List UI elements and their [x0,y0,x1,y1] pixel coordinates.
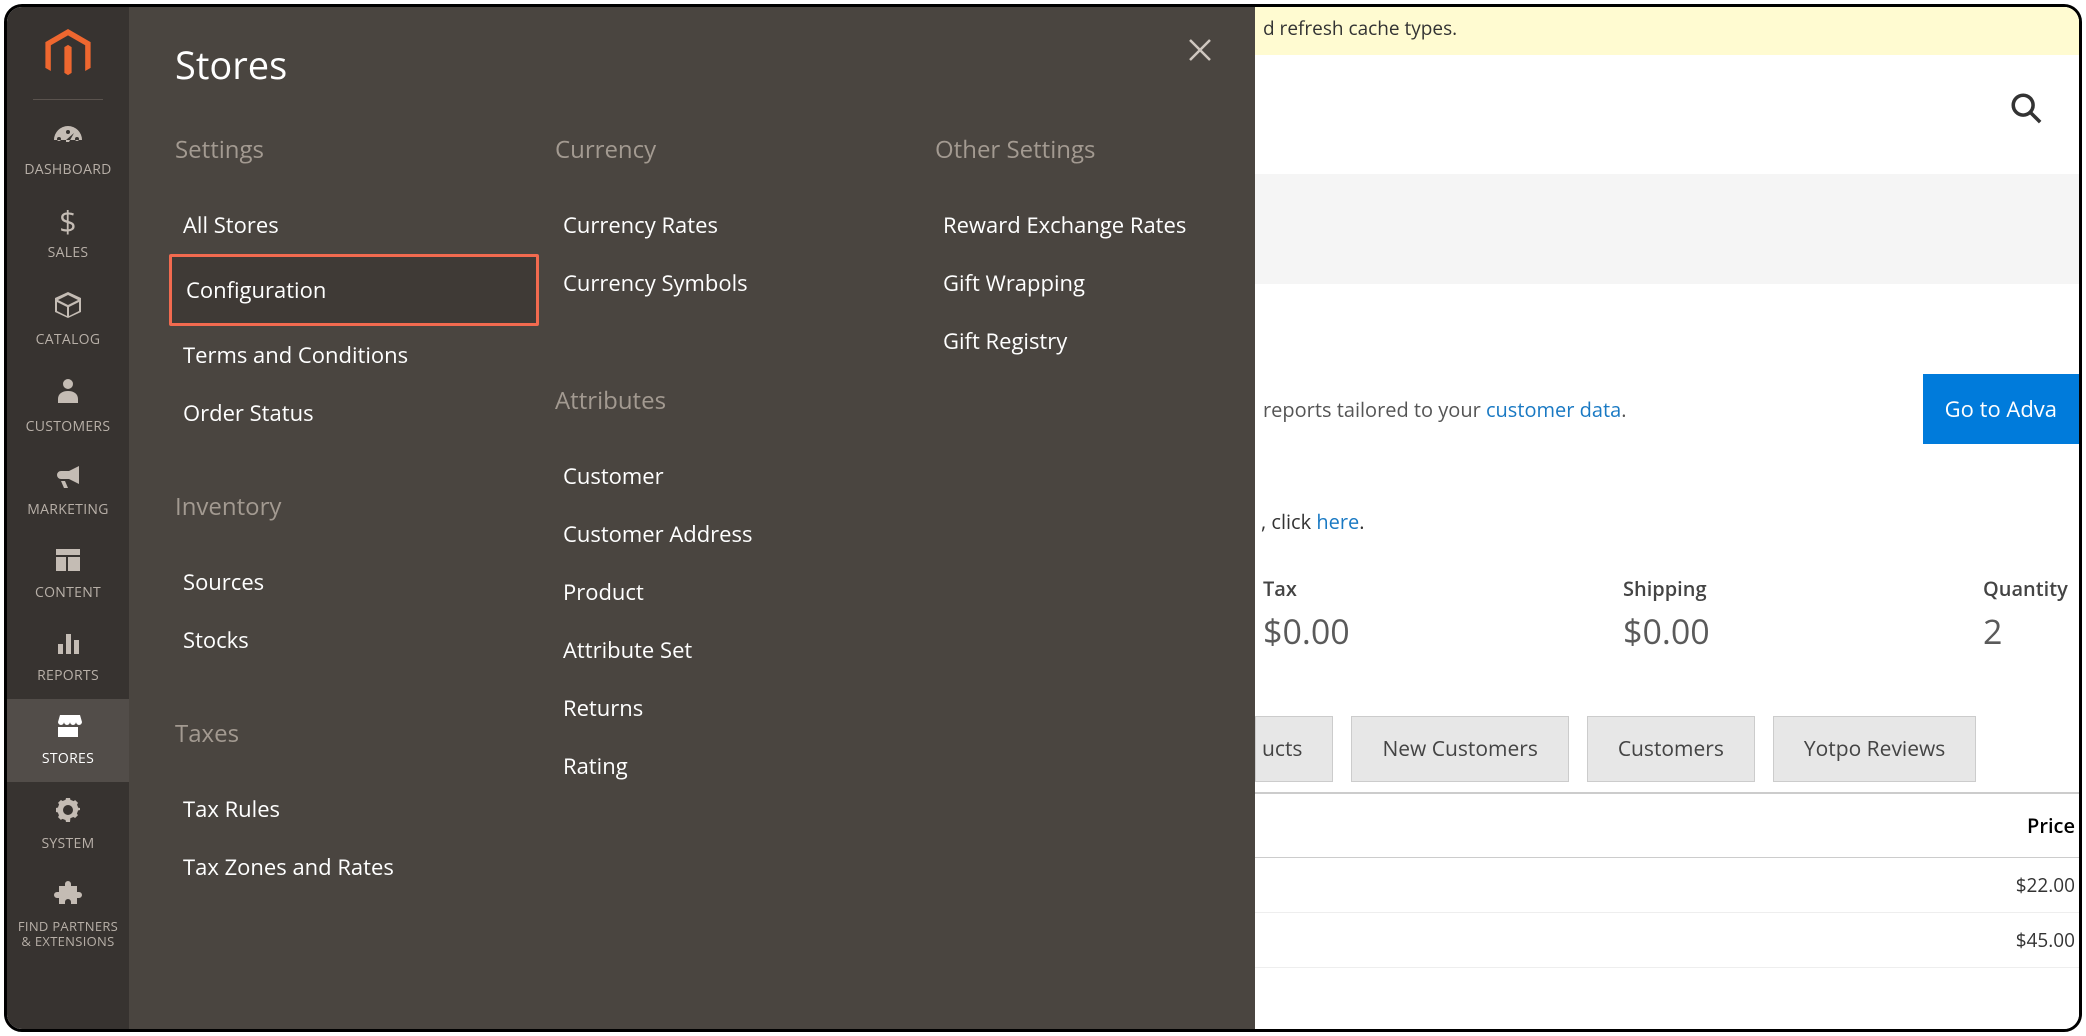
flyout-heading-currency: Currency [555,133,919,166]
stat-shipping: Shipping $0.00 [1623,575,1943,654]
stat-quantity: Quantity 2 [1983,575,2082,654]
flyout-heading-attributes: Attributes [555,384,919,417]
flyout-link-attr-rating[interactable]: Rating [549,737,919,795]
flyout-link-all-stores[interactable]: All Stores [169,196,539,254]
stat-label: Quantity [1983,575,2082,602]
sidebar-label: DASHBOARD [24,160,111,179]
sidebar-item-content[interactable]: CONTENT [7,533,129,616]
flyout-link-gift-registry[interactable]: Gift Registry [929,312,1299,370]
puzzle-icon [54,881,82,913]
flyout-link-sources[interactable]: Sources [169,553,539,611]
search-button[interactable] [2009,91,2043,130]
flyout-link-attr-set[interactable]: Attribute Set [549,621,919,679]
box-icon [53,290,83,324]
flyout-link-attr-customer-address[interactable]: Customer Address [549,505,919,563]
sidebar-label: STORES [42,749,94,768]
gear-icon [54,796,82,828]
flyout-link-reward-rates[interactable]: Reward Exchange Rates [929,196,1299,254]
close-icon [1185,35,1215,65]
sidebar-item-sales[interactable]: $ SALES [7,193,129,276]
stat-label: Shipping [1623,575,1943,602]
click-here-row: , click here. [1255,482,2079,565]
table-row[interactable]: $22.00 [1255,858,2079,913]
sidebar-divider [33,99,103,100]
search-icon [2009,91,2043,125]
main-content: d refresh cache types. reports tailored … [1255,7,2079,1029]
flyout-link-attr-customer[interactable]: Customer [549,447,919,505]
magento-logo-icon [45,29,91,81]
stat-value: $0.00 [1623,608,1943,654]
sidebar-label: MARKETING [27,500,108,519]
tab-yotpo-reviews[interactable]: Yotpo Reviews [1773,716,1976,782]
flyout-link-tax-zones[interactable]: Tax Zones and Rates [169,838,539,896]
bar-chart-icon [54,630,82,660]
stat-value: $0.00 [1263,608,1583,654]
magento-logo[interactable] [42,29,94,81]
sidebar-label: CUSTOMERS [26,417,111,436]
stores-flyout-panel: Stores Settings All Stores Configuration… [129,7,1255,1029]
here-link[interactable]: here [1316,508,1359,535]
flyout-link-currency-rates[interactable]: Currency Rates [549,196,919,254]
flyout-link-gift-wrapping[interactable]: Gift Wrapping [929,254,1299,312]
flyout-heading-other: Other Settings [935,133,1299,166]
flyout-link-terms[interactable]: Terms and Conditions [169,326,539,384]
bullhorn-icon [53,464,83,494]
sidebar-label: SYSTEM [41,834,94,853]
sidebar-item-stores[interactable]: STORES [7,699,129,782]
sidebar-item-marketing[interactable]: MARKETING [7,450,129,533]
flyout-link-tax-rules[interactable]: Tax Rules [169,780,539,838]
flyout-heading-settings: Settings [175,133,539,166]
gauge-icon [52,124,84,154]
close-button[interactable] [1185,35,1221,71]
gray-band [1255,174,2079,284]
cta-text: reports tailored to your customer data. [1263,396,1626,423]
flyout-col-1: Settings All Stores Configuration Terms … [169,123,539,896]
table-row[interactable]: $45.00 [1255,913,2079,968]
flyout-col-3: Other Settings Reward Exchange Rates Gif… [929,123,1299,896]
storefront-icon [53,713,83,743]
tab-customers[interactable]: Customers [1587,716,1755,782]
tab-new-customers[interactable]: New Customers [1351,716,1568,782]
advanced-reporting-button[interactable]: Go to Adva [1923,374,2079,444]
sidebar-label: CONTENT [35,583,101,602]
stat-tax: Tax $0.00 [1263,575,1583,654]
stat-label: Tax [1263,575,1583,602]
sidebar-item-system[interactable]: SYSTEM [7,782,129,867]
sidebar-label: REPORTS [37,666,99,685]
sidebar-item-dashboard[interactable]: DASHBOARD [7,110,129,193]
sidebar-label: CATALOG [36,330,101,349]
flyout-link-order-status[interactable]: Order Status [169,384,539,442]
flyout-link-attr-returns[interactable]: Returns [549,679,919,737]
sidebar-label: FIND PARTNERS & EXTENSIONS [18,919,118,949]
table-header-price: Price [1255,792,2079,858]
person-icon [56,377,80,411]
flyout-heading-inventory: Inventory [175,490,539,523]
cta-text-suffix: . [1621,396,1626,423]
sidebar-item-reports[interactable]: REPORTS [7,616,129,699]
sidebar-item-partners[interactable]: FIND PARTNERS & EXTENSIONS [7,867,129,963]
dollar-icon: $ [59,207,76,237]
flyout-heading-taxes: Taxes [175,717,539,750]
sidebar-item-catalog[interactable]: CATALOG [7,276,129,363]
sidebar-label: SALES [48,243,89,262]
flyout-col-2: Currency Currency Rates Currency Symbols… [549,123,919,896]
notice-text: d refresh cache types. [1263,15,1457,41]
layout-icon [54,547,82,577]
flyout-link-stocks[interactable]: Stocks [169,611,539,669]
sidebar-item-customers[interactable]: CUSTOMERS [7,363,129,450]
admin-sidebar: DASHBOARD $ SALES CATALOG CUSTOMERS MARK… [7,7,129,1029]
cache-notice: d refresh cache types. [1255,7,2079,55]
click-here-suffix: . [1359,508,1364,535]
flyout-link-attr-product[interactable]: Product [549,563,919,621]
flyout-link-configuration[interactable]: Configuration [169,254,539,326]
cta-link-customer-data[interactable]: customer data [1486,396,1621,423]
flyout-link-currency-symbols[interactable]: Currency Symbols [549,254,919,312]
stat-value: 2 [1983,608,2082,654]
flyout-title: Stores [175,39,1215,91]
